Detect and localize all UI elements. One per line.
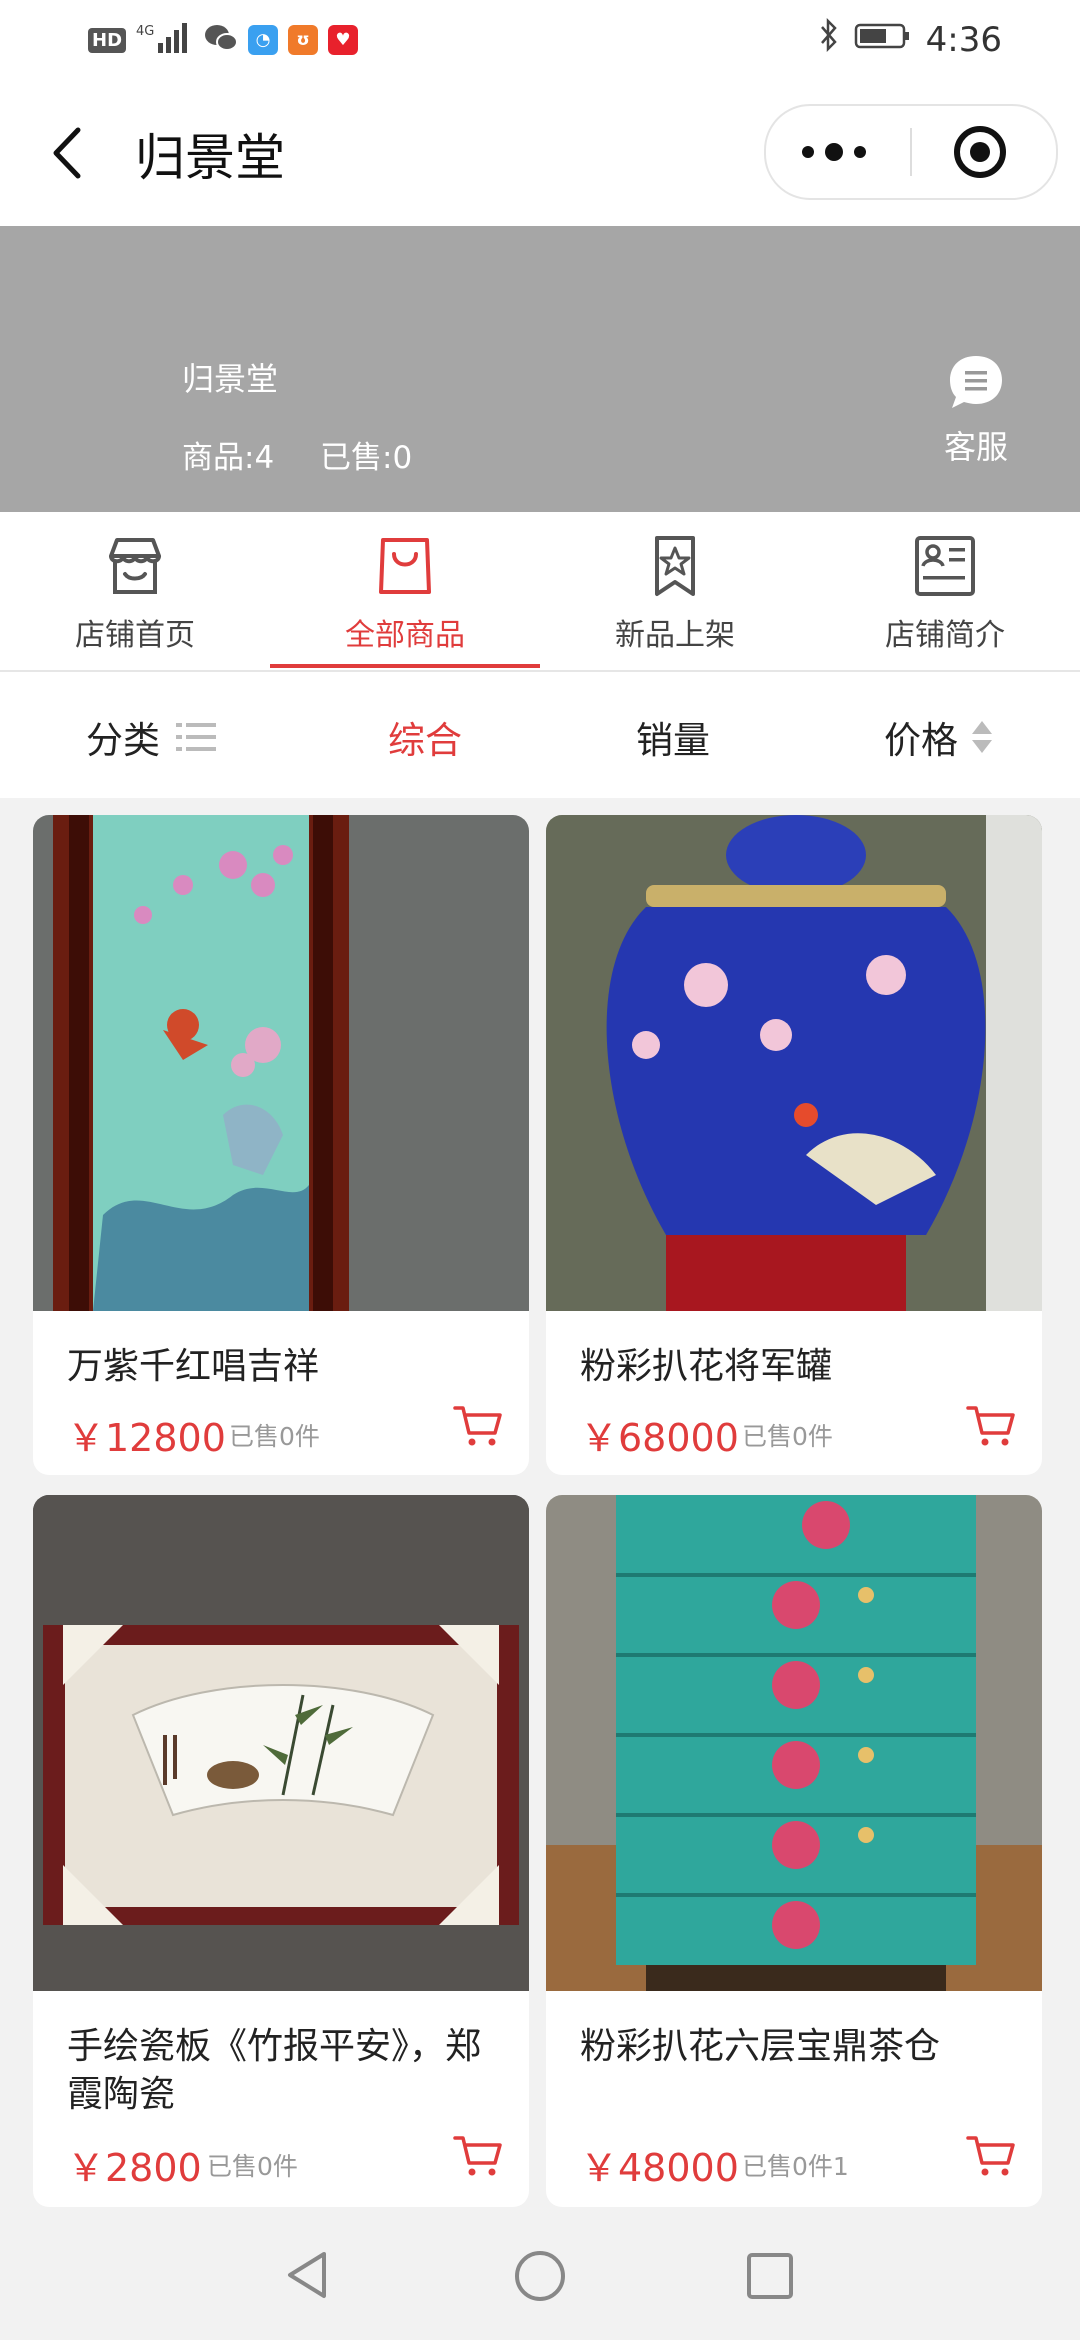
tab-label: 店铺简介: [885, 618, 1005, 653]
more-button[interactable]: [766, 106, 910, 198]
shopping-bag-icon: [379, 538, 431, 594]
product-sold: 已售0件1: [742, 2152, 849, 2181]
product-sold: 已售0件: [207, 2152, 298, 2181]
sort-category-label: 分类: [86, 719, 160, 762]
back-triangle-icon[interactable]: [280, 2248, 334, 2302]
product-price: ￥2800: [67, 2146, 202, 2190]
product-image-fan-plaque: [33, 1495, 529, 1991]
tab-store-home[interactable]: 店铺首页: [0, 512, 270, 670]
mini-program-capsule: [764, 104, 1058, 200]
bluetooth-icon: [818, 17, 840, 61]
product-sold: 已售0件: [742, 1422, 833, 1451]
wechat-icon: [204, 23, 239, 57]
product-image-tea-caddy: [546, 1495, 1042, 1991]
chevron-left-icon: [53, 127, 81, 179]
bookmark-star-icon: [655, 536, 695, 596]
tab-all-products[interactable]: 全部商品: [270, 512, 540, 670]
product-image-porcelain-panel: [33, 815, 529, 1311]
target-circle-icon: [954, 126, 1006, 178]
system-navigation-bar: [0, 2210, 1080, 2340]
more-dots-icon: [802, 143, 866, 161]
shop-banner: 归景堂 商品:4 已售:0 客服: [0, 226, 1080, 512]
shop-name: 归景堂: [182, 360, 279, 398]
product-sold: 已售0件: [229, 1422, 320, 1451]
sort-price-label: 价格: [884, 719, 958, 762]
customer-service-button[interactable]: 客服: [930, 352, 1022, 492]
product-name: 手绘瓷板《竹报平安》，郑霞陶瓷: [67, 2026, 482, 2115]
store-icon: [109, 538, 161, 594]
signal-icon: 4G: [136, 21, 194, 59]
chat-bubble-icon: [950, 356, 1002, 408]
clock: 4:36: [925, 19, 1002, 60]
list-icon: [176, 723, 216, 751]
product-price: ￥12800: [67, 1416, 226, 1460]
product-price: ￥68000: [580, 1416, 739, 1460]
status-bar: HD 4G ◔ ʊ ♥ 4:36: [0, 0, 1080, 80]
back-button[interactable]: [40, 116, 100, 190]
sold-count: 已售:0: [320, 440, 413, 476]
product-card[interactable]: 粉彩扒花六层宝鼎茶仓 ￥48000 已售0件1: [546, 1495, 1042, 2207]
profile-card-icon: [915, 536, 975, 596]
customer-service-label: 客服: [943, 428, 1008, 466]
product-image-general-jar: [546, 815, 1042, 1311]
sort-bar: 分类 综合 销量 价格: [0, 672, 1080, 798]
add-to-cart-icon[interactable]: [453, 1403, 503, 1449]
add-to-cart-icon[interactable]: [966, 2133, 1016, 2179]
heart-app-icon: ♥: [328, 25, 359, 55]
add-to-cart-icon[interactable]: [966, 1403, 1016, 1449]
squirrel-app-icon: ʊ: [288, 25, 319, 55]
product-card[interactable]: 粉彩扒花将军罐 ￥68000 已售0件: [546, 815, 1042, 1475]
close-miniprogram-button[interactable]: [912, 106, 1056, 198]
tab-label: 新品上架: [615, 618, 735, 653]
home-circle-icon[interactable]: [512, 2248, 568, 2304]
battery-icon: [854, 20, 912, 60]
tab-label: 全部商品: [345, 618, 465, 653]
product-name: 粉彩扒花六层宝鼎茶仓: [580, 2026, 941, 2067]
sort-arrows-icon: [972, 721, 992, 753]
tab-store-intro[interactable]: 店铺简介: [810, 512, 1080, 670]
product-card[interactable]: 手绘瓷板《竹报平安》，郑霞陶瓷 ￥2800 已售0件: [33, 1495, 529, 2207]
product-price: ￥48000: [580, 2146, 739, 2190]
recents-square-icon[interactable]: [744, 2250, 796, 2302]
hd-icon: HD: [88, 27, 127, 53]
product-name: 粉彩扒花将军罐: [580, 1346, 833, 1387]
svg-text:4G: 4G: [136, 24, 154, 39]
goods-count: 商品:4: [182, 440, 275, 476]
tab-label: 店铺首页: [75, 618, 195, 653]
page-title: 归景堂: [135, 129, 285, 187]
product-name: 万紫千红唱吉祥: [67, 1346, 320, 1387]
add-to-cart-icon[interactable]: [453, 2133, 503, 2179]
sort-category[interactable]: 分类: [86, 710, 218, 764]
sort-price[interactable]: 价格: [884, 710, 994, 764]
tab-new-arrivals[interactable]: 新品上架: [540, 512, 810, 670]
status-left-icons: HD 4G ◔ ʊ ♥: [88, 21, 359, 59]
product-card[interactable]: 万紫千红唱吉祥 ￥12800 已售0件: [33, 815, 529, 1475]
nav-bar: 归景堂: [0, 80, 1080, 226]
sort-overall[interactable]: 综合: [388, 710, 462, 764]
qq-browser-icon: ◔: [248, 25, 279, 55]
shop-tabs: 店铺首页 全部商品 新品上架 店铺简介: [0, 512, 1080, 672]
sort-sales[interactable]: 销量: [636, 710, 710, 764]
active-tab-indicator: [270, 664, 540, 668]
status-right: 4:36: [818, 17, 1002, 61]
